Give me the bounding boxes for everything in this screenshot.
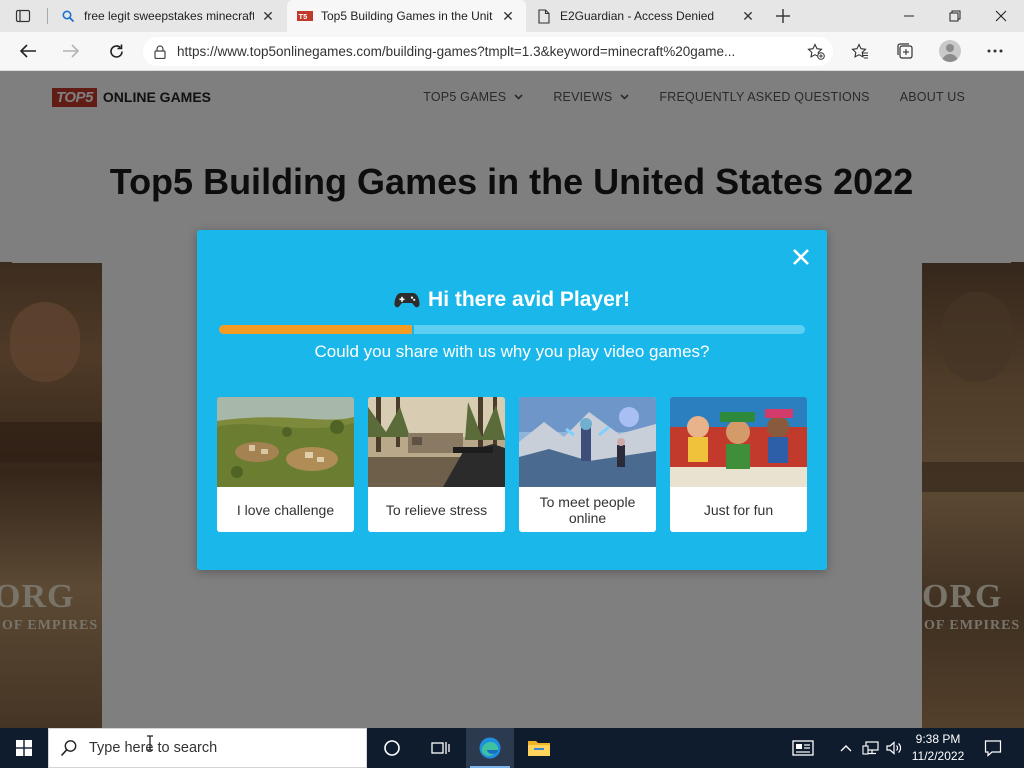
arrow-left-icon bbox=[19, 44, 36, 58]
taskbar-search-box[interactable]: Type here to search bbox=[48, 728, 367, 768]
tab-title: Top5 Building Games in the Unit bbox=[321, 9, 493, 23]
browser-toolbar: https://www.top5onlinegames.com/building… bbox=[0, 32, 1024, 71]
survey-question: Could you share with us why you play vid… bbox=[314, 342, 710, 361]
modal-title-text: Hi there avid Player! bbox=[428, 288, 630, 311]
minimize-icon bbox=[904, 15, 914, 17]
search-icon bbox=[49, 739, 89, 757]
plus-icon bbox=[776, 9, 790, 23]
option-label: To meet people online bbox=[539, 493, 636, 526]
refresh-icon bbox=[109, 44, 123, 58]
survey-progress-bar bbox=[219, 325, 805, 334]
cortana-button[interactable] bbox=[368, 728, 416, 768]
tab-search[interactable]: free legit sweepstakes minecraft ✕ bbox=[50, 0, 286, 32]
close-icon[interactable]: ✕ bbox=[740, 8, 756, 24]
close-icon[interactable]: ✕ bbox=[260, 8, 276, 24]
forward-button[interactable] bbox=[56, 37, 86, 65]
clock-date: 11/2/2022 bbox=[911, 749, 965, 763]
option-just-for-fun[interactable]: Just for fun bbox=[670, 397, 807, 532]
windows-logo-icon bbox=[16, 740, 32, 756]
option-label: I love challenge bbox=[236, 501, 335, 518]
folder-icon bbox=[528, 741, 550, 756]
news-icon bbox=[792, 740, 814, 756]
option-label: Just for fun bbox=[703, 501, 774, 518]
close-icon bbox=[995, 10, 1007, 22]
tab-top5-building-games[interactable]: T5 Top5 Building Games in the Unit ✕ bbox=[287, 0, 526, 32]
action-center-button[interactable] bbox=[978, 728, 1008, 768]
speaker-icon bbox=[886, 741, 902, 755]
tab-separator bbox=[47, 8, 48, 24]
new-tab-button[interactable] bbox=[770, 4, 796, 28]
favorites-button[interactable] bbox=[845, 37, 875, 65]
option-to-relieve-stress[interactable]: To relieve stress bbox=[368, 397, 505, 532]
text-cursor-icon bbox=[147, 735, 153, 751]
modal-close-button[interactable] bbox=[789, 245, 813, 269]
svg-text:T5: T5 bbox=[299, 12, 308, 21]
option-label: To relieve stress bbox=[385, 501, 488, 518]
restore-button[interactable] bbox=[932, 0, 978, 32]
taskbar-clock[interactable]: 9:38 PM 11/2/2022 bbox=[905, 728, 971, 768]
show-hidden-icons-button[interactable] bbox=[838, 728, 854, 768]
notification-icon bbox=[984, 740, 1002, 757]
minimize-button[interactable] bbox=[886, 0, 932, 32]
tab-actions-button[interactable] bbox=[8, 4, 38, 28]
tab-actions-icon bbox=[15, 9, 31, 23]
close-window-button[interactable] bbox=[978, 0, 1024, 32]
address-bar[interactable]: https://www.top5onlinegames.com/building… bbox=[143, 37, 833, 66]
close-icon[interactable]: ✕ bbox=[500, 8, 516, 24]
close-icon bbox=[793, 249, 809, 265]
edge-icon bbox=[479, 737, 501, 759]
avatar bbox=[939, 40, 961, 62]
tab-title: free legit sweepstakes minecraft bbox=[84, 9, 254, 23]
strategy-game-thumbnail bbox=[217, 397, 354, 487]
option-to-meet-people-online[interactable]: To meet people online bbox=[519, 397, 656, 532]
settings-menu-button[interactable] bbox=[980, 37, 1010, 65]
option-i-love-challenge[interactable]: I love challenge bbox=[217, 397, 354, 532]
collections-button[interactable] bbox=[890, 37, 920, 65]
gamepad-icon bbox=[394, 293, 420, 308]
start-button[interactable] bbox=[0, 728, 48, 768]
progress-step-divider bbox=[412, 325, 414, 334]
refresh-button[interactable] bbox=[101, 37, 131, 65]
cortana-circle-icon bbox=[384, 740, 400, 756]
top5-favicon: T5 bbox=[297, 8, 313, 24]
add-favorite-button[interactable] bbox=[799, 43, 833, 60]
chevron-up-icon bbox=[840, 745, 852, 752]
url-text[interactable]: https://www.top5onlinegames.com/building… bbox=[177, 44, 799, 59]
modal-title: Hi there avid Player! bbox=[197, 288, 827, 312]
taskbar-edge[interactable] bbox=[466, 728, 514, 768]
collections-icon bbox=[897, 43, 913, 59]
tab-title: E2Guardian - Access Denied bbox=[560, 9, 715, 23]
restore-icon bbox=[949, 10, 961, 22]
tab-e2guardian[interactable]: E2Guardian - Access Denied ✕ bbox=[526, 0, 766, 32]
favorites-icon bbox=[851, 42, 868, 58]
volume-button[interactable] bbox=[883, 728, 905, 768]
star-add-icon bbox=[807, 43, 825, 60]
survey-modal: Hi there avid Player! Could you share wi… bbox=[197, 230, 827, 570]
page-icon bbox=[536, 8, 552, 24]
more-icon bbox=[987, 49, 1003, 53]
arrow-right-icon bbox=[63, 44, 80, 58]
task-view-button[interactable] bbox=[416, 728, 464, 768]
network-button[interactable] bbox=[860, 728, 882, 768]
fantasy-game-thumbnail bbox=[519, 397, 656, 487]
network-icon bbox=[862, 741, 879, 755]
lock-icon[interactable] bbox=[143, 44, 177, 59]
news-and-interests-button[interactable] bbox=[787, 728, 819, 768]
progress-fill bbox=[219, 325, 415, 334]
search-icon bbox=[60, 8, 76, 24]
browser-tab-strip: free legit sweepstakes minecraft ✕ T5 To… bbox=[0, 0, 1024, 32]
task-view-icon bbox=[431, 742, 450, 754]
back-button[interactable] bbox=[13, 37, 43, 65]
taskbar-file-explorer[interactable] bbox=[515, 728, 563, 768]
profile-button[interactable] bbox=[935, 37, 965, 65]
runner-game-thumbnail bbox=[670, 397, 807, 487]
clock-time: 9:38 PM bbox=[915, 732, 961, 746]
shooter-game-thumbnail bbox=[368, 397, 505, 487]
